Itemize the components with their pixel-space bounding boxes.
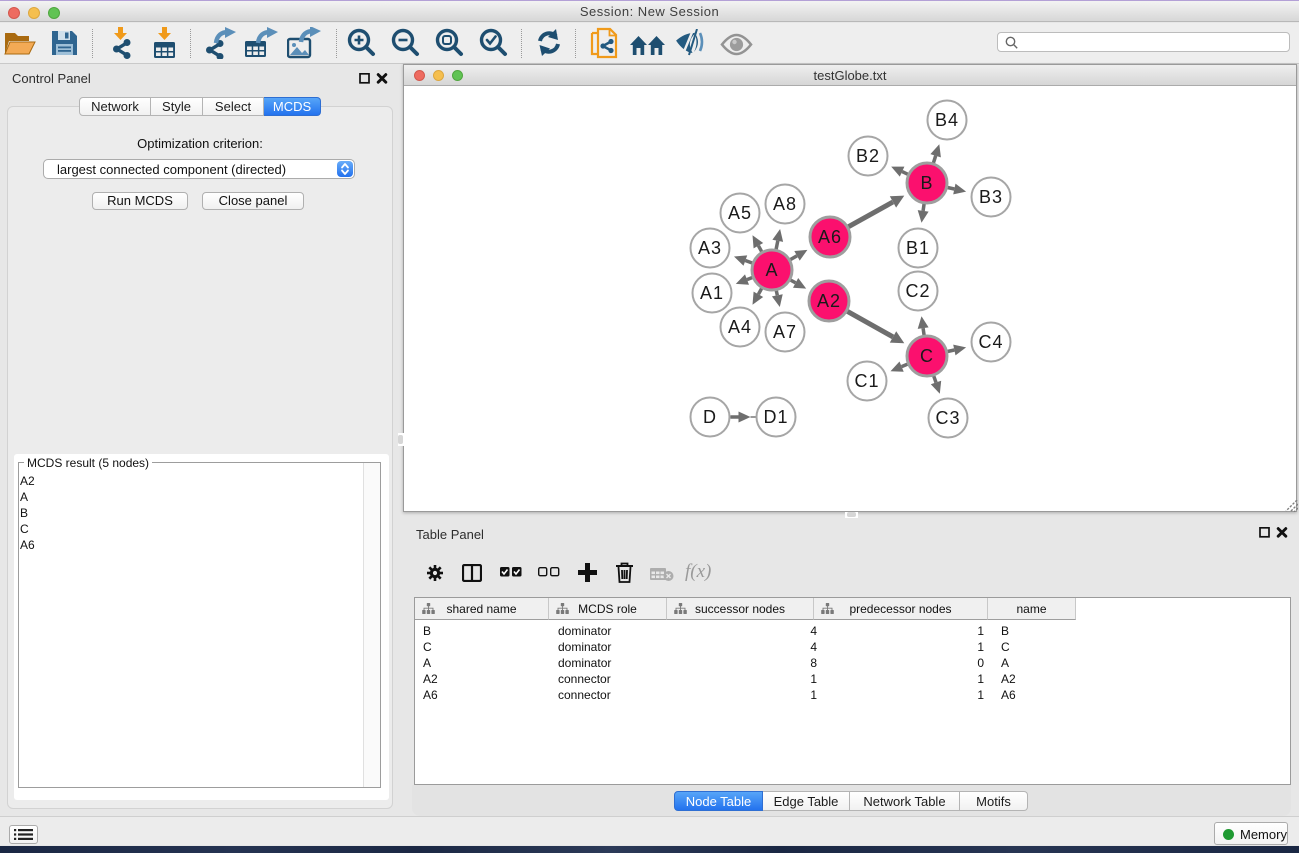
svg-text:A6: A6 [818,227,842,247]
svg-text:A1: A1 [700,283,724,303]
svg-text:D: D [703,407,717,427]
svg-text:C2: C2 [905,281,930,301]
svg-text:A2: A2 [817,291,841,311]
svg-text:C4: C4 [978,332,1003,352]
svg-text:B1: B1 [906,238,930,258]
svg-text:A4: A4 [728,317,752,337]
svg-text:B: B [920,173,933,193]
svg-text:C3: C3 [935,408,960,428]
svg-text:A: A [765,260,778,280]
svg-text:D1: D1 [763,407,788,427]
svg-text:A8: A8 [773,194,797,214]
svg-text:C: C [920,346,934,366]
svg-text:B2: B2 [856,146,880,166]
svg-text:A3: A3 [698,238,722,258]
svg-text:C1: C1 [854,371,879,391]
svg-text:A7: A7 [773,322,797,342]
svg-text:B3: B3 [979,187,1003,207]
svg-text:B4: B4 [935,110,959,130]
svg-text:A5: A5 [728,203,752,223]
